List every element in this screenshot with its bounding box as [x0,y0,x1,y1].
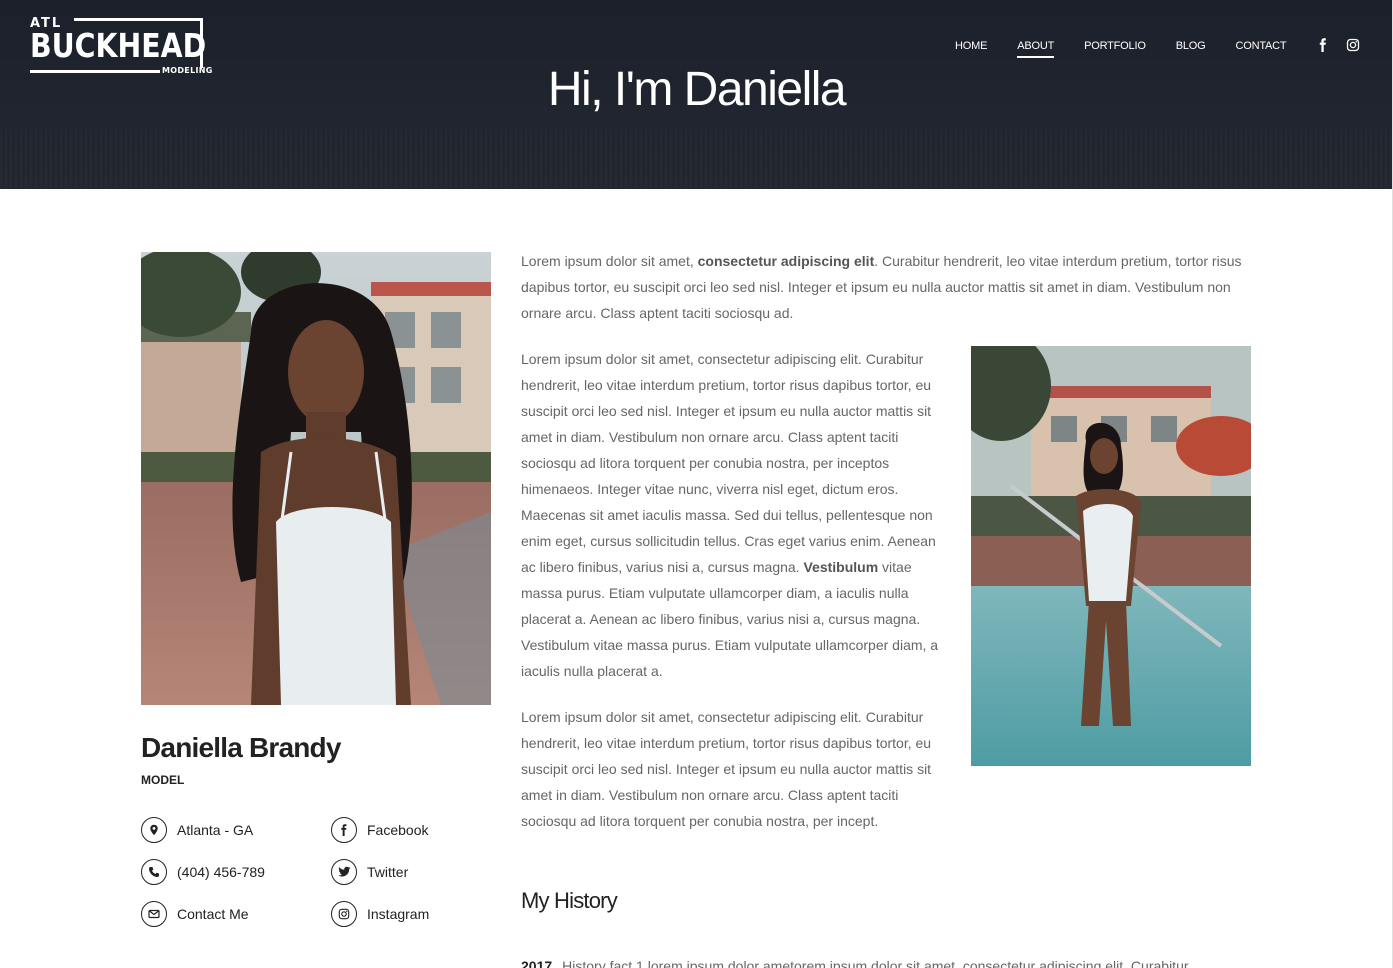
history-heading: My History [521,888,618,913]
profile-role: MODEL [141,773,185,787]
secondary-photo [971,346,1251,766]
envelope-icon [141,901,167,927]
bio-text-a: Lorem ipsum dolor sit amet, consectetur … [521,351,936,575]
social-facebook-label: Facebook [367,822,429,838]
history-text: History fact 1 lorem ipsum dolor ametore… [562,958,1189,968]
history-year: 2017 [521,958,553,968]
header-social [1316,38,1360,52]
main-nav: HOME ABOUT PORTFOLIO BLOG CONTACT [955,39,1316,58]
nav-about[interactable]: ABOUT [1017,39,1054,58]
bio-text-b: vitae massa purus. Etiam vulputate ullam… [521,559,939,679]
hero-header: ATL BUCKHEAD MODELING HOME ABOUT PORTFOL… [0,0,1393,189]
twitter-icon [331,859,357,885]
social-twitter-link[interactable]: Twitter [331,859,408,885]
social-twitter-label: Twitter [367,864,409,880]
bio-paragraph: Lorem ipsum dolor sit amet, consectetur … [521,346,943,684]
instagram-icon[interactable] [1346,38,1360,52]
intro-text-bold: consectetur adipiscing elit [697,253,875,269]
history-item: 2017 History fact 1 lorem ipsum dolor ame… [521,958,1221,968]
nav-blog[interactable]: BLOG [1176,39,1206,53]
nav-portfolio[interactable]: PORTFOLIO [1084,39,1146,53]
bio-text-bold: Vestibulum [803,559,879,575]
social-facebook-link[interactable]: Facebook [331,817,428,843]
facebook-icon[interactable] [1316,38,1330,52]
intro-paragraph: Lorem ipsum dolor sit amet, consectetur … [521,248,1256,326]
contact-location-label: Atlanta - GA [177,822,254,838]
contact-me-link[interactable]: Contact Me [141,901,249,927]
social-instagram-link[interactable]: Instagram [331,901,429,927]
intro-text-a: Lorem ipsum dolor sit amet, [521,253,698,269]
map-pin-icon [141,817,167,843]
contact-phone[interactable]: (404) 456-789 [141,859,265,885]
contact-location: Atlanta - GA [141,817,253,843]
phone-icon [141,859,167,885]
nav-home[interactable]: HOME [955,39,987,53]
profile-photo [141,252,491,705]
page-title: Hi, I'm Daniella [547,63,847,116]
facebook-icon [331,817,357,843]
logo-rule [74,18,203,21]
contact-me-label: Contact Me [177,906,249,922]
bio-paragraph-2: Lorem ipsum dolor sit amet, consectetur … [521,709,932,829]
nav-contact[interactable]: CONTACT [1235,39,1286,53]
profile-name: Daniella Brandy [141,732,341,763]
instagram-icon [331,901,357,927]
logo-name-text: BUCKHEAD [30,26,207,65]
social-instagram-label: Instagram [367,906,430,922]
contact-phone-label: (404) 456-789 [177,864,265,880]
